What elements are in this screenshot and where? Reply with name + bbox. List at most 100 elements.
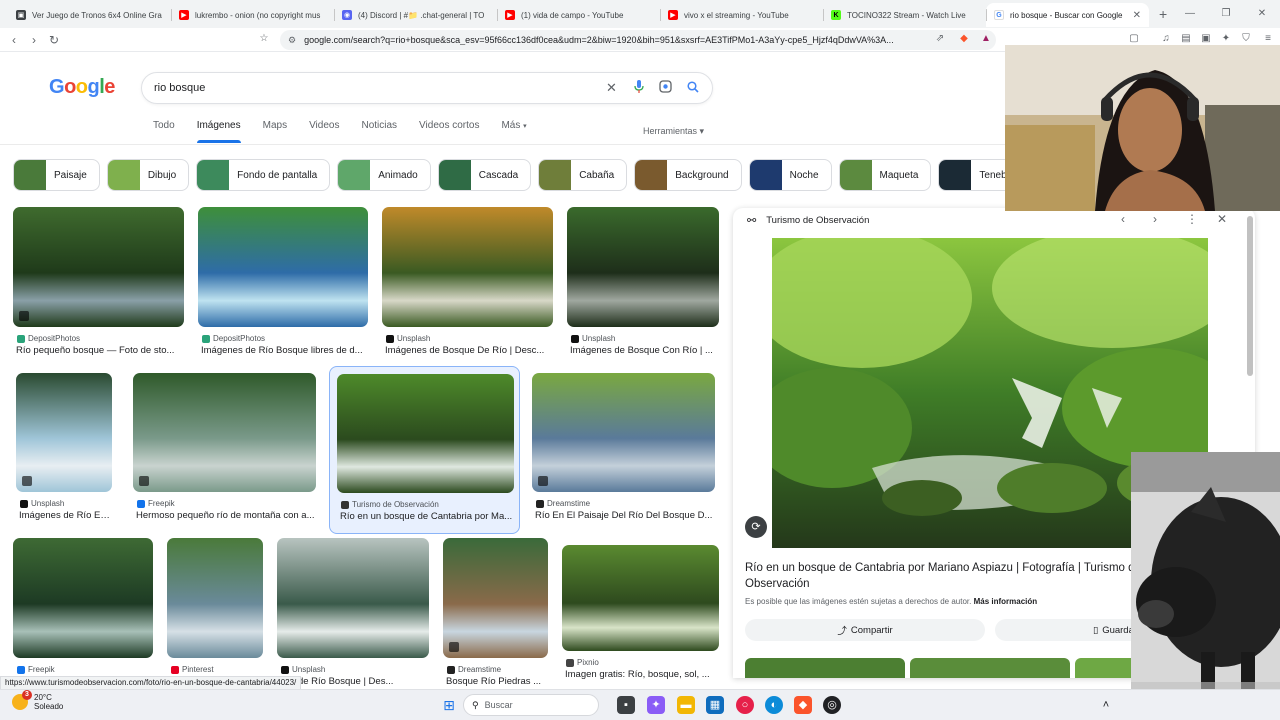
image-result[interactable]: Pinterest xyxy=(167,538,263,693)
result-image[interactable] xyxy=(443,538,548,658)
search-query[interactable]: rio bosque xyxy=(154,82,598,94)
result-source[interactable]: Unsplash xyxy=(386,334,553,343)
more-options-icon[interactable]: ⋮ xyxy=(1186,212,1198,226)
result-title[interactable]: nes de Río Bosque | Des... xyxy=(280,676,429,687)
clear-icon[interactable]: ✕ xyxy=(598,80,625,96)
filter-chip[interactable]: Fondo de pantalla xyxy=(196,159,331,191)
browser-tab[interactable]: ▶ vivo x el streaming - YouTube xyxy=(660,3,823,27)
opera-icon[interactable]: ○ xyxy=(736,696,754,714)
image-result[interactable]: Freepik xyxy=(13,538,153,693)
result-title[interactable]: Río en un bosque de Cantabria por Ma... xyxy=(340,511,514,522)
vpn-icon[interactable]: ⛉ xyxy=(1240,33,1252,45)
preview-title[interactable]: Río en un bosque de Cantabria por Marian… xyxy=(745,560,1145,592)
result-source[interactable]: Pinterest xyxy=(171,665,263,674)
result-source[interactable]: Unsplash xyxy=(281,665,429,674)
browser-tab[interactable]: ◉ (4) Discord | #📁 .chat-general | TO xyxy=(334,3,497,27)
reload-icon[interactable]: ↻ xyxy=(44,33,64,47)
browser-tab[interactable]: ▣ Ver Juego de Tronos 6x4 Online Gra xyxy=(8,3,171,27)
tab-videos[interactable]: Videos xyxy=(309,120,339,144)
chevron-up-icon[interactable]: ˄ xyxy=(1097,696,1115,714)
new-tab-button[interactable]: + xyxy=(1159,6,1167,22)
wallet-icon[interactable]: ▣ xyxy=(1200,33,1212,45)
store-icon[interactable]: ▦ xyxy=(706,696,724,714)
brave-icon[interactable]: ◆ xyxy=(794,696,812,714)
image-result[interactable]: Unsplash Imágenes de Río En ... xyxy=(16,373,112,527)
result-source[interactable]: Pixnio xyxy=(566,658,719,667)
result-image[interactable] xyxy=(16,373,112,492)
result-source[interactable]: Unsplash xyxy=(20,499,112,508)
result-image[interactable] xyxy=(198,207,368,327)
result-title[interactable]: Imágenes de Río Bosque libres de d... xyxy=(201,345,368,356)
windows-start-icon[interactable]: ⊞ xyxy=(440,696,458,714)
result-title[interactable]: Imágenes de Bosque Con Río | ... xyxy=(570,345,719,356)
result-title[interactable]: Imagen gratis: Río, bosque, sol, ... xyxy=(565,669,719,680)
image-result[interactable]: Pixnio Imagen gratis: Río, bosque, sol, .… xyxy=(562,545,719,686)
browser-tab-active[interactable]: Grio bosque - Buscar con Google ✕ xyxy=(986,3,1149,27)
result-image[interactable] xyxy=(277,538,429,658)
weather-widget[interactable]: 3 20°C Soleado xyxy=(12,690,63,711)
filter-chip[interactable]: Noche xyxy=(748,159,832,191)
result-title[interactable]: Bosque Río Piedras ... xyxy=(446,676,548,687)
image-result[interactable]: Unsplash Imágenes de Bosque Con Río | ... xyxy=(567,207,719,362)
preview-source[interactable]: ⚯ Turismo de Observación xyxy=(747,214,869,227)
google-logo[interactable]: Google xyxy=(49,76,115,99)
result-title[interactable]: Imágenes de Bosque De Río | Desc... xyxy=(385,345,553,356)
forward-icon[interactable]: › xyxy=(24,33,44,47)
filter-chip[interactable]: Cascada xyxy=(437,159,532,191)
search-box[interactable]: rio bosque ✕ xyxy=(141,72,713,104)
result-image[interactable] xyxy=(13,207,184,327)
filter-chip[interactable]: Maqueta xyxy=(838,159,932,191)
result-title[interactable]: Río En El Paisaje Del Río Del Bosque D..… xyxy=(535,510,715,521)
share-button[interactable]: ⤴ Compartir xyxy=(745,619,985,641)
bookmark-icon[interactable]: ☆ xyxy=(258,33,270,45)
filter-chip[interactable]: Dibujo xyxy=(106,159,190,191)
address-bar[interactable]: ⚙ google.com/search?q=rio+bosque&sca_esv… xyxy=(280,30,996,50)
edge-icon[interactable]: ◐ xyxy=(765,696,783,714)
result-source[interactable]: Freepik xyxy=(137,499,316,508)
image-result[interactable]: Dreamstime Bosque Río Piedras ... xyxy=(443,538,548,693)
filter-chip[interactable]: Animado xyxy=(337,159,431,191)
tab-mas[interactable]: Más ▾ xyxy=(501,120,526,144)
lens-search-icon[interactable]: ⟳ xyxy=(745,516,767,538)
close-preview-icon[interactable]: ✕ xyxy=(1217,212,1227,226)
taskbar-search[interactable]: ⚲ Buscar xyxy=(463,694,599,716)
restore-icon[interactable]: ❐ xyxy=(1208,0,1244,28)
result-source[interactable]: Dreamstime xyxy=(536,499,715,508)
preview-scrollbar[interactable] xyxy=(1247,216,1253,376)
result-image[interactable] xyxy=(532,373,715,492)
browser-tab[interactable]: ▶ (1) vida de campo - YouTube xyxy=(497,3,660,27)
image-result[interactable]: Unsplash Imágenes de Bosque De Río | Desc… xyxy=(382,207,553,362)
result-source[interactable]: Turismo de Observación xyxy=(341,500,514,509)
result-image[interactable] xyxy=(567,207,719,327)
rewards-icon[interactable]: ▲ xyxy=(980,33,992,45)
result-image[interactable] xyxy=(562,545,719,651)
related-thumb[interactable] xyxy=(745,658,905,678)
result-image[interactable] xyxy=(382,207,553,327)
filter-chip[interactable]: Background xyxy=(634,159,742,191)
next-icon[interactable]: › xyxy=(1153,212,1157,226)
result-image[interactable] xyxy=(13,538,153,658)
tab-noticias[interactable]: Noticias xyxy=(361,120,397,144)
tab-imagenes[interactable]: Imágenes xyxy=(196,120,241,144)
ai-icon[interactable]: ✦ xyxy=(1220,33,1232,45)
sidebar-icon[interactable]: ▤ xyxy=(1180,33,1192,45)
result-source[interactable]: DepositPhotos xyxy=(202,334,368,343)
prev-icon[interactable]: ‹ xyxy=(1121,212,1125,226)
related-thumb[interactable] xyxy=(910,658,1070,678)
site-info-icon[interactable]: ⚙ xyxy=(288,35,296,46)
file-explorer-icon[interactable]: ▬ xyxy=(677,696,695,714)
result-title[interactable]: Hermoso pequeño río de montaña con a... xyxy=(136,510,316,521)
result-title[interactable]: Imágenes de Río En ... xyxy=(19,510,112,521)
media-icon[interactable]: ♫ xyxy=(1160,33,1172,45)
image-result[interactable]: Unsplash nes de Río Bosque | Des... xyxy=(277,538,429,693)
brave-shield-icon[interactable]: ◆ xyxy=(958,33,970,45)
filter-chip[interactable]: Paisaje xyxy=(13,159,100,191)
copilot-icon[interactable]: ✦ xyxy=(647,696,665,714)
share-icon[interactable]: ⇗ xyxy=(934,33,946,45)
result-title[interactable]: Río pequeño bosque — Foto de sto... xyxy=(16,345,184,356)
tab-todo[interactable]: Todo xyxy=(153,120,175,144)
result-image[interactable] xyxy=(133,373,316,492)
more-info-link[interactable]: Más información xyxy=(974,597,1038,606)
browser-tab[interactable]: ▶ lukrembo - onion (no copyright mus xyxy=(171,3,334,27)
filter-chip[interactable]: Cabaña xyxy=(538,159,628,191)
